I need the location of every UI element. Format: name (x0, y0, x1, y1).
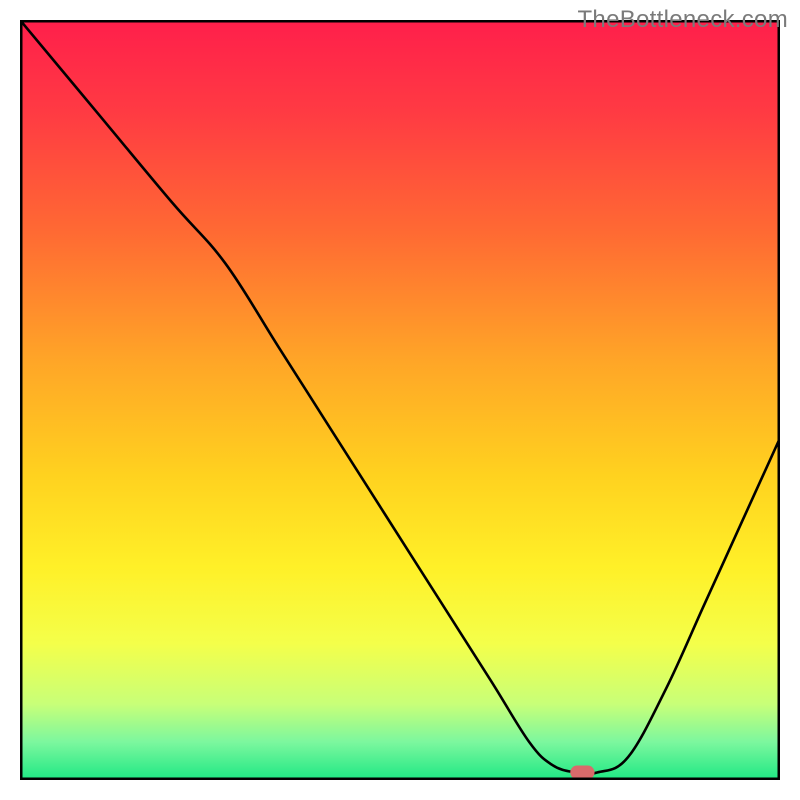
gradient-background (20, 20, 780, 780)
watermark-text: TheBottleneck.com (577, 6, 788, 34)
chart-container: TheBottleneck.com (0, 0, 800, 800)
chart-svg (20, 20, 780, 780)
plot-area (20, 20, 780, 780)
optimal-marker (570, 766, 594, 780)
